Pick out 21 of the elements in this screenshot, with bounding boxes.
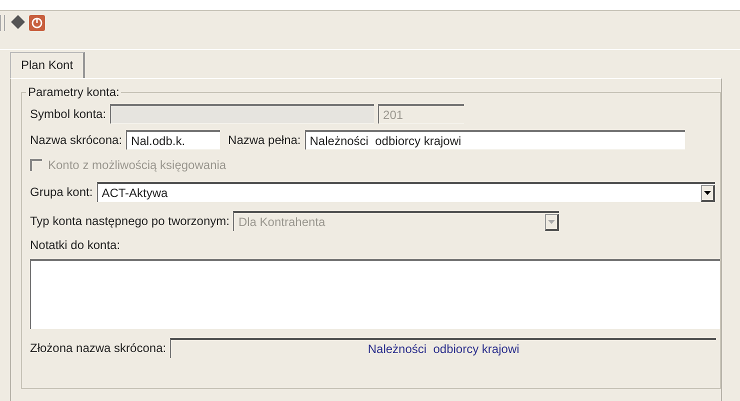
group-legend: Parametry konta: — [26, 85, 122, 99]
field-label: Grupa kont: — [30, 185, 93, 199]
account-group-dropdown[interactable]: ACT-Aktywa — [96, 182, 715, 202]
power-icon[interactable] — [29, 15, 45, 31]
diamond-icon[interactable] — [11, 15, 25, 29]
short-name-field[interactable]: Nal.odb.k. — [126, 130, 220, 150]
field-label: Symbol konta: — [30, 107, 106, 121]
code-field: 201 — [378, 104, 464, 124]
symbol-field[interactable] — [110, 104, 374, 124]
field-label: Nazwa pełna: — [228, 133, 301, 147]
caret-icon — [548, 220, 556, 224]
tab[interactable]: Plan Kont — [10, 52, 86, 78]
full-name-field[interactable]: Należności odbiorcy krajowi — [304, 130, 685, 150]
field-label: Typ konta następnego po tworzonym: — [30, 214, 230, 228]
notes-field[interactable] — [30, 259, 720, 329]
field-label: Złożona nazwa skrócona: — [30, 341, 166, 355]
toolbar-grip[interactable] — [0, 15, 5, 31]
caret-icon — [704, 190, 711, 194]
field-label: Nazwa skrócona: — [30, 133, 122, 147]
field-label: Notatki do konta: — [30, 238, 120, 252]
composite-name-field: Należności odbiorcy krajowi — [170, 338, 716, 358]
